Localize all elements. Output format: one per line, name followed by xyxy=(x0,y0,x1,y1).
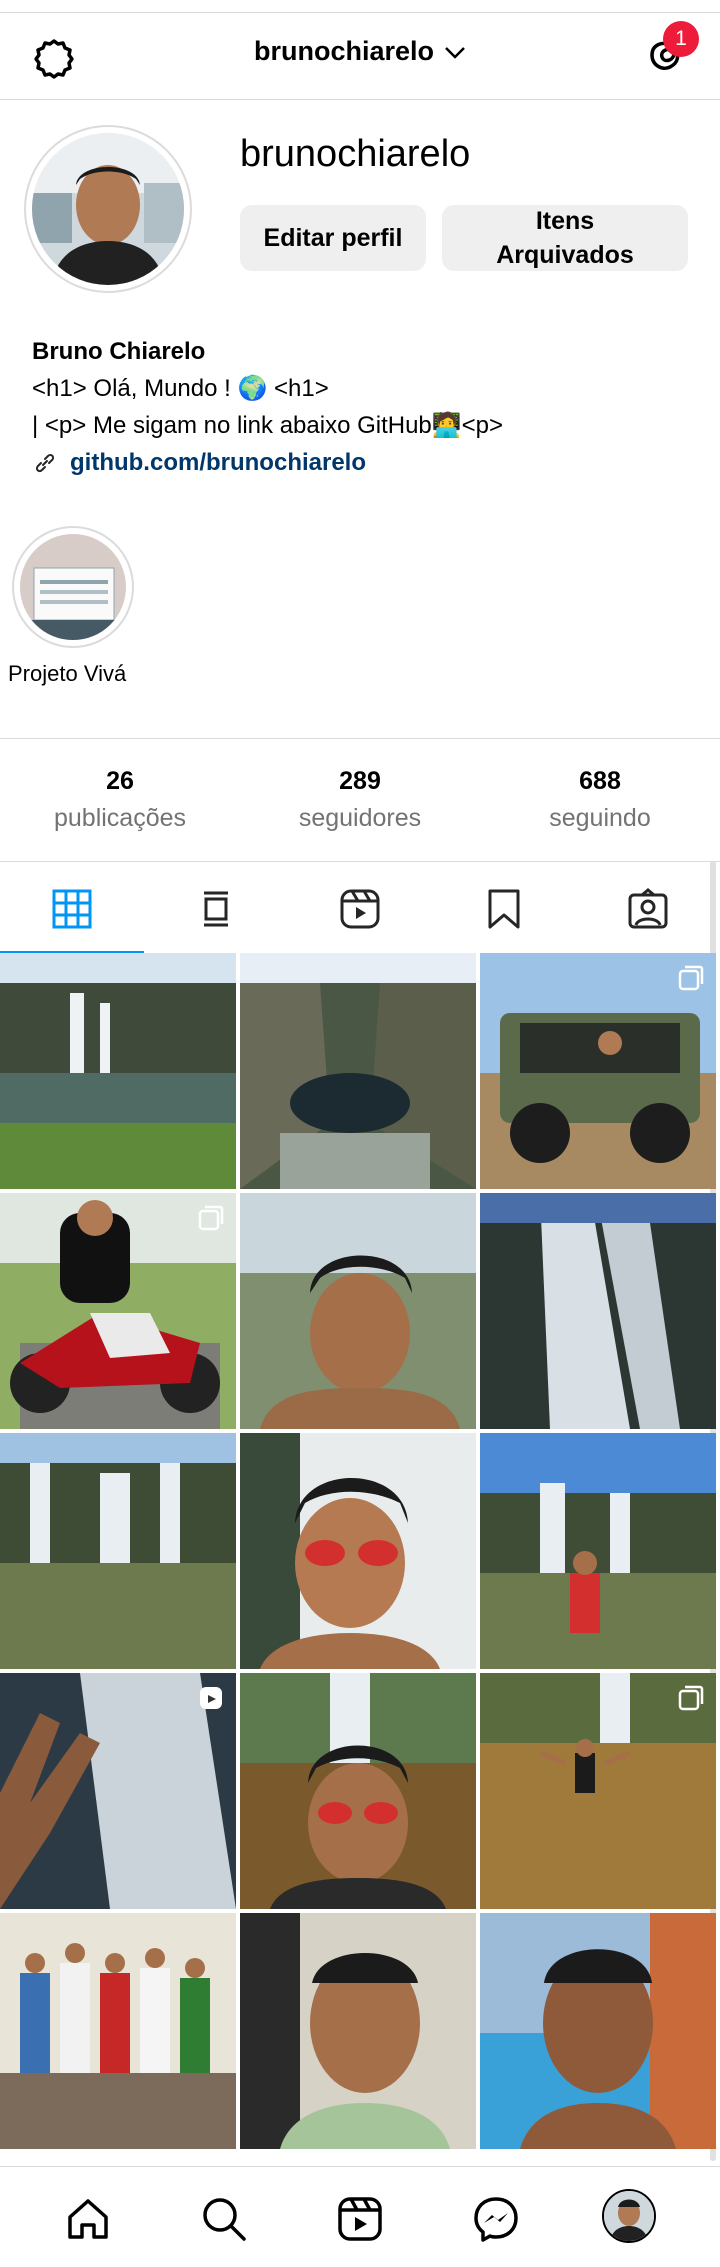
carousel-icon xyxy=(678,965,704,991)
post-image xyxy=(480,1913,716,2149)
followers-label: seguidores xyxy=(298,804,422,832)
carousel-icon xyxy=(198,1205,224,1231)
profile-avatar[interactable] xyxy=(32,133,184,285)
feed-icon[interactable] xyxy=(194,887,238,931)
archive-label: Itens Arquivados xyxy=(496,207,634,269)
reel-icon xyxy=(200,1687,222,1709)
post-thumbnail[interactable] xyxy=(480,1913,716,2149)
post-image xyxy=(240,1913,476,2149)
post-thumbnail[interactable] xyxy=(480,1193,716,1429)
header-username-text: brunochiarelo xyxy=(253,36,435,66)
post-thumbnail[interactable] xyxy=(240,1193,476,1429)
post-thumbnail[interactable] xyxy=(480,1433,716,1669)
post-image xyxy=(0,1433,236,1669)
bio-line: | <p> Me sigam no link abaixo GitHub🧑‍💻<… xyxy=(32,412,504,439)
reels-icon[interactable] xyxy=(338,887,382,931)
search-icon[interactable] xyxy=(200,2195,248,2243)
bio-line: <h1> Olá, Mundo ! 🌍 <h1> xyxy=(32,375,329,402)
following-count: 688 xyxy=(579,767,621,795)
home-icon[interactable] xyxy=(64,2195,112,2243)
post-thumbnail[interactable] xyxy=(480,953,716,1189)
profile-link-text: github.com/brunochiarelo xyxy=(70,449,367,476)
profile-stats: 26 publicações 289 seguidores 688 seguin… xyxy=(0,738,720,862)
top-header: brunochiarelo 1 xyxy=(0,13,720,100)
link-icon xyxy=(35,453,55,472)
post-thumbnail[interactable] xyxy=(240,1913,476,2149)
messenger-icon[interactable] xyxy=(472,2195,520,2243)
full-name: Bruno Chiarelo xyxy=(32,338,206,365)
profile-bio: Bruno Chiarelo <h1> Olá, Mundo ! 🌍 <h1> … xyxy=(32,333,503,481)
reels-nav-icon[interactable] xyxy=(336,2195,384,2243)
post-thumbnail[interactable] xyxy=(0,953,236,1189)
posts-count: 26 xyxy=(106,767,134,795)
post-image xyxy=(240,1433,476,1669)
bottom-nav xyxy=(0,2166,720,2267)
post-thumbnail[interactable] xyxy=(0,1913,236,2149)
post-image xyxy=(480,1193,716,1429)
posts-label: publicações xyxy=(53,804,187,832)
post-image xyxy=(240,953,476,1189)
post-thumbnail[interactable] xyxy=(0,1193,236,1429)
following-label: seguindo xyxy=(549,804,651,832)
highlight-item[interactable] xyxy=(20,534,126,640)
post-thumbnail[interactable] xyxy=(240,1673,476,1909)
edit-profile-button[interactable]: Editar perfil xyxy=(240,205,426,271)
post-image xyxy=(240,1193,476,1429)
followers-count: 289 xyxy=(339,767,381,795)
post-image xyxy=(0,953,236,1189)
post-thumbnail[interactable] xyxy=(480,1673,716,1909)
followers-stat[interactable]: 289 seguidores xyxy=(240,767,480,833)
post-thumbnail[interactable] xyxy=(0,1433,236,1669)
tagged-icon[interactable] xyxy=(626,887,670,931)
following-stat[interactable]: 688 seguindo xyxy=(480,767,720,833)
post-thumbnail[interactable] xyxy=(240,1433,476,1669)
posts-stat[interactable]: 26 publicações xyxy=(0,767,240,833)
profile-tabs xyxy=(0,861,720,953)
post-thumbnail[interactable] xyxy=(240,953,476,1189)
carousel-icon xyxy=(678,1685,704,1711)
chevron-down-icon xyxy=(445,46,465,59)
notification-badge: 1 xyxy=(663,21,699,57)
profile-link[interactable]: github.com/brunochiarelo xyxy=(32,444,503,481)
profile-username: brunochiarelo xyxy=(240,133,471,175)
highlight-label: Projeto Vivá xyxy=(8,661,127,686)
post-image xyxy=(240,1673,476,1909)
post-image xyxy=(0,1913,236,2149)
status-bar-edge xyxy=(0,0,720,13)
saved-icon[interactable] xyxy=(482,887,526,931)
posts-grid xyxy=(0,953,720,2173)
header-username[interactable]: brunochiarelo xyxy=(0,36,720,67)
profile-avatar-nav[interactable] xyxy=(602,2189,656,2243)
edit-profile-label: Editar perfil xyxy=(263,224,403,252)
post-thumbnail[interactable] xyxy=(0,1673,236,1909)
grid-icon[interactable] xyxy=(50,887,94,931)
post-image xyxy=(480,1433,716,1669)
archive-button[interactable]: Itens Arquivados xyxy=(442,205,688,271)
